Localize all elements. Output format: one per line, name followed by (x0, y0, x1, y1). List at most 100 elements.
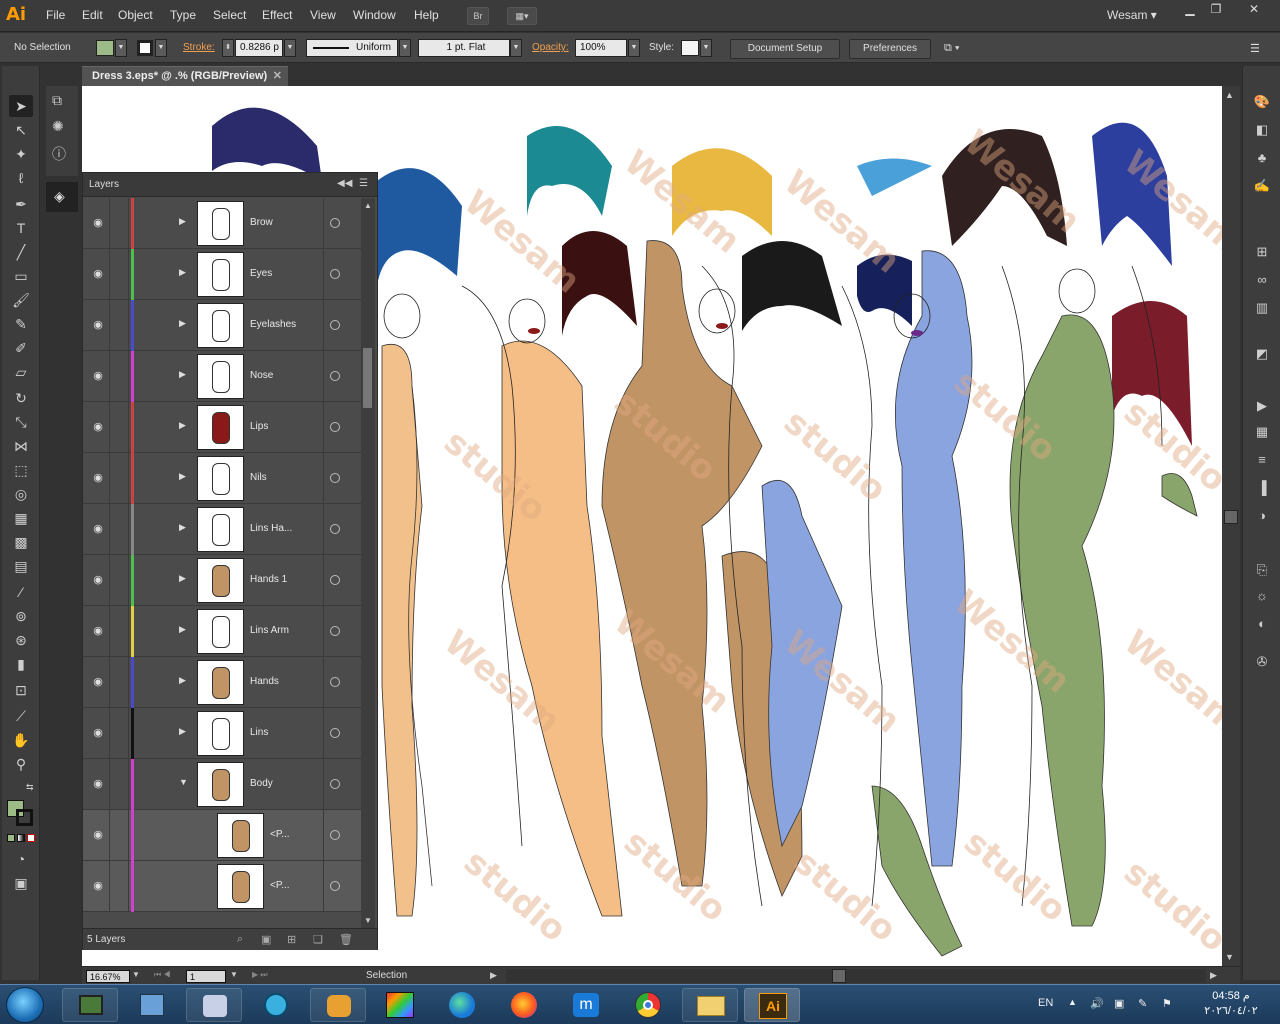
blob-brush-tool-icon[interactable]: ✐ (9, 337, 33, 359)
canvas-vertical-scrollbar[interactable]: ▲ ▼ (1222, 86, 1240, 966)
opacity-label[interactable]: Opacity: (532, 42, 569, 53)
volume-icon[interactable]: 🔊 (1090, 997, 1104, 1010)
transform-panel-icon[interactable]: ⊞ (1251, 242, 1273, 262)
target-circle-icon[interactable] (330, 881, 340, 891)
sublayer-row[interactable]: ◉ <P... (83, 861, 361, 912)
style-dropdown[interactable]: ▼ (700, 39, 712, 57)
lock-toggle[interactable] (109, 555, 129, 606)
scroll-down-icon[interactable]: ▼ (1225, 952, 1234, 962)
target-circle-icon[interactable] (330, 779, 340, 789)
first-artboard-icon[interactable]: ⏮ ◀ (154, 970, 171, 980)
pen-tray-icon[interactable]: ✎ (1138, 997, 1147, 1010)
swatches-panel-icon[interactable]: ♣ (1251, 148, 1273, 168)
zoom-tool-icon[interactable]: ⚲ (9, 753, 33, 775)
visibility-eye-icon[interactable]: ◉ (91, 471, 105, 485)
shape-builder-tool-icon[interactable]: ◎ (9, 483, 33, 505)
expand-arrow-icon[interactable]: ▶ (179, 624, 186, 635)
links-panel-icon[interactable]: ∞ (1251, 270, 1273, 290)
info-panel-icon[interactable]: ⓘ (52, 144, 66, 164)
export-panel-icon[interactable]: ⎘ (1251, 560, 1273, 580)
expand-arrow-icon[interactable]: ▶ (179, 369, 186, 380)
visibility-eye-icon[interactable]: ◉ (91, 420, 105, 434)
draw-mode-icon[interactable]: ◔ (9, 848, 33, 870)
expand-arrow-icon[interactable]: ▶ (179, 267, 186, 278)
taskbar-illustrator-icon[interactable]: Ai (744, 988, 800, 1022)
lock-toggle[interactable] (109, 657, 129, 708)
next-artboard-icon[interactable]: ▶ ⏭ (252, 970, 268, 980)
symbol-sprayer-tool-icon[interactable]: ⊛ (9, 629, 33, 651)
visibility-eye-icon[interactable]: ◉ (91, 726, 105, 740)
layer-name[interactable]: Lips (250, 421, 268, 432)
gradient-tool-icon[interactable]: ▤ (9, 555, 33, 577)
arrange-icon[interactable]: ⧉ ▾ (944, 42, 960, 55)
visibility-eye-icon[interactable]: ◉ (91, 879, 105, 893)
language-indicator[interactable]: EN (1038, 997, 1053, 1009)
visibility-eye-icon[interactable]: ◉ (91, 369, 105, 383)
visibility-eye-icon[interactable]: ◉ (91, 675, 105, 689)
lock-toggle[interactable] (109, 249, 129, 300)
taskbar-chrome-icon[interactable] (620, 988, 676, 1022)
graphic-styles-panel-icon[interactable]: ▦ (1251, 422, 1273, 442)
sublayer-row[interactable]: ◉ <P... (83, 810, 361, 861)
blend-tool-icon[interactable]: ⊚ (9, 605, 33, 627)
taskbar-app-draw-icon[interactable] (124, 988, 180, 1022)
collapse-panel-icon[interactable]: ◀◀ (337, 178, 352, 189)
target-circle-icon[interactable] (330, 422, 340, 432)
artboard-number-field[interactable]: 1 (186, 970, 226, 983)
mesh-tool-icon[interactable]: ▩ (9, 531, 33, 553)
style-swatch[interactable] (681, 40, 699, 56)
stroke-color-swatch[interactable] (16, 809, 33, 826)
visibility-eye-icon[interactable]: ◉ (91, 624, 105, 638)
target-circle-icon[interactable] (330, 830, 340, 840)
target-circle-icon[interactable] (330, 371, 340, 381)
magic-wand-tool-icon[interactable]: ✦ (9, 143, 33, 165)
symbols-side-panel-icon[interactable]: ◐ (1251, 614, 1273, 634)
collapse-arrow-icon[interactable]: ▼ (179, 777, 188, 787)
actions-panel-icon[interactable]: ▶ (1251, 396, 1273, 416)
layers-panel-title[interactable]: Layers (89, 179, 119, 190)
layer-row[interactable]: ◉ ▶ Lips (83, 402, 361, 453)
new-sublayer-icon[interactable]: ⊞ (287, 933, 296, 946)
lock-toggle[interactable] (109, 453, 129, 504)
rectangle-tool-icon[interactable]: ▭ (9, 265, 33, 287)
minimize-icon[interactable]: ▁ (1178, 2, 1202, 18)
layers-scroll-up-icon[interactable]: ▲ (364, 201, 372, 210)
stroke-panel-icon[interactable]: ≡ (1251, 450, 1273, 470)
lock-toggle[interactable] (109, 606, 129, 657)
lock-toggle[interactable] (109, 504, 129, 555)
color-panel-icon[interactable]: 🎨 (1251, 92, 1273, 112)
document-tab[interactable]: Dress 3.eps* @ .% (RGB/Preview) ✕ (82, 66, 288, 86)
visibility-eye-icon[interactable]: ◉ (91, 573, 105, 587)
slice-tool-icon[interactable]: ⟋ (9, 705, 33, 727)
lasso-tool-icon[interactable]: ℓ (9, 167, 33, 189)
brush-dropdown[interactable]: ▼ (510, 39, 522, 57)
layer-row[interactable]: ◉ ▶ Eyes (83, 249, 361, 300)
stroke-dropdown[interactable]: ▼ (155, 39, 167, 57)
lock-toggle[interactable] (109, 759, 129, 810)
taskbar-app-tools-icon[interactable] (186, 988, 242, 1022)
menu-window[interactable]: Window (353, 8, 396, 22)
layer-name[interactable]: Hands 1 (250, 574, 287, 585)
layer-row[interactable]: ◉ ▶ Lins (83, 708, 361, 759)
eraser-tool-icon[interactable]: ▱ (9, 361, 33, 383)
taskbar-app-studio-icon[interactable] (372, 988, 428, 1022)
menu-edit[interactable]: Edit (82, 8, 103, 22)
layers-scroll-down-icon[interactable]: ▼ (364, 916, 372, 925)
status-menu-icon[interactable]: ▶ (490, 970, 497, 981)
show-hidden-icons-icon[interactable]: ▲ (1068, 997, 1077, 1007)
opacity-dropdown[interactable]: ▼ (628, 39, 640, 57)
column-graph-tool-icon[interactable]: ▮ (9, 653, 33, 675)
layer-row[interactable]: ◉ ▶ Nose (83, 351, 361, 402)
layer-name[interactable]: <P... (270, 829, 290, 840)
layer-name[interactable]: Hands (250, 676, 279, 687)
layer-name[interactable]: Lins Ha... (250, 523, 292, 534)
artboard-dropdown-icon[interactable]: ▼ (230, 970, 238, 979)
layer-name[interactable]: Lins Arm (250, 625, 289, 636)
document-setup-button[interactable]: Document Setup (730, 39, 840, 59)
opacity-field[interactable]: 100% (575, 39, 627, 57)
layers-scroll-thumb[interactable] (363, 348, 372, 408)
taskbar-edge-icon[interactable] (434, 988, 490, 1022)
target-circle-icon[interactable] (330, 320, 340, 330)
target-circle-icon[interactable] (330, 728, 340, 738)
menu-select[interactable]: Select (213, 8, 246, 22)
